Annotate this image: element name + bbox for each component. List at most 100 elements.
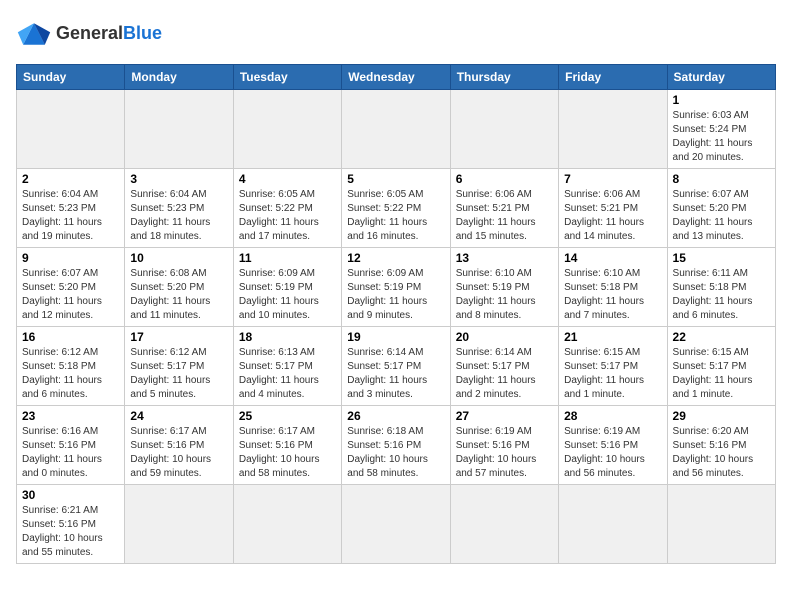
calendar-cell [125,485,233,564]
calendar-cell: 28 Sunrise: 6:19 AM Sunset: 5:16 PM Dayli… [559,406,667,485]
day-number: 2 [22,172,119,186]
calendar-week-row: 1 Sunrise: 6:03 AM Sunset: 5:24 PM Daylig… [17,90,776,169]
day-number: 16 [22,330,119,344]
calendar-cell [559,90,667,169]
calendar-header-row: SundayMondayTuesdayWednesdayThursdayFrid… [17,65,776,90]
calendar-cell: 10 Sunrise: 6:08 AM Sunset: 5:20 PM Dayli… [125,248,233,327]
logo-text: GeneralBlue [56,24,162,44]
day-number: 23 [22,409,119,423]
day-info: Sunrise: 6:13 AM Sunset: 5:17 PM Dayligh… [239,346,336,402]
calendar-cell: 22Sunrise: 6:15 AM Sunset: 5:17 PM Dayli… [667,327,775,406]
calendar-cell [450,485,558,564]
calendar-cell: 4 Sunrise: 6:05 AM Sunset: 5:22 PM Daylig… [233,169,341,248]
day-info: Sunrise: 6:05 AM Sunset: 5:22 PM Dayligh… [347,188,444,244]
day-info: Sunrise: 6:09 AM Sunset: 5:19 PM Dayligh… [347,267,444,323]
day-number: 15 [673,251,770,265]
calendar-table: SundayMondayTuesdayWednesdayThursdayFrid… [16,64,776,564]
calendar-cell: 25Sunrise: 6:17 AM Sunset: 5:16 PM Dayli… [233,406,341,485]
day-info: Sunrise: 6:14 AM Sunset: 5:17 PM Dayligh… [456,346,553,402]
day-info: Sunrise: 6:21 AM Sunset: 5:16 PM Dayligh… [22,504,119,560]
day-number: 21 [564,330,661,344]
day-info: Sunrise: 6:19 AM Sunset: 5:16 PM Dayligh… [564,425,661,481]
day-header-thursday: Thursday [450,65,558,90]
day-header-tuesday: Tuesday [233,65,341,90]
day-number: 17 [130,330,227,344]
day-header-wednesday: Wednesday [342,65,450,90]
calendar-cell: 7 Sunrise: 6:06 AM Sunset: 5:21 PM Daylig… [559,169,667,248]
day-number: 4 [239,172,336,186]
day-info: Sunrise: 6:10 AM Sunset: 5:18 PM Dayligh… [564,267,661,323]
day-number: 18 [239,330,336,344]
day-number: 10 [130,251,227,265]
calendar-week-row: 9 Sunrise: 6:07 AM Sunset: 5:20 PM Daylig… [17,248,776,327]
day-info: Sunrise: 6:11 AM Sunset: 5:18 PM Dayligh… [673,267,770,323]
calendar-week-row: 2 Sunrise: 6:04 AM Sunset: 5:23 PM Daylig… [17,169,776,248]
calendar-cell: 26 Sunrise: 6:18 AM Sunset: 5:16 PM Dayli… [342,406,450,485]
calendar-week-row: 30Sunrise: 6:21 AM Sunset: 5:16 PM Dayli… [17,485,776,564]
day-info: Sunrise: 6:10 AM Sunset: 5:19 PM Dayligh… [456,267,553,323]
calendar-cell: 20 Sunrise: 6:14 AM Sunset: 5:17 PM Dayli… [450,327,558,406]
calendar-week-row: 23 Sunrise: 6:16 AM Sunset: 5:16 PM Dayli… [17,406,776,485]
calendar-cell: 3 Sunrise: 6:04 AM Sunset: 5:23 PM Daylig… [125,169,233,248]
calendar-cell: 11Sunrise: 6:09 AM Sunset: 5:19 PM Dayli… [233,248,341,327]
day-header-saturday: Saturday [667,65,775,90]
calendar-cell: 27Sunrise: 6:19 AM Sunset: 5:16 PM Dayli… [450,406,558,485]
day-info: Sunrise: 6:09 AM Sunset: 5:19 PM Dayligh… [239,267,336,323]
day-info: Sunrise: 6:06 AM Sunset: 5:21 PM Dayligh… [564,188,661,244]
calendar-cell: 9 Sunrise: 6:07 AM Sunset: 5:20 PM Daylig… [17,248,125,327]
day-info: Sunrise: 6:07 AM Sunset: 5:20 PM Dayligh… [22,267,119,323]
day-number: 6 [456,172,553,186]
day-number: 7 [564,172,661,186]
day-number: 1 [673,93,770,107]
day-info: Sunrise: 6:04 AM Sunset: 5:23 PM Dayligh… [130,188,227,244]
day-info: Sunrise: 6:04 AM Sunset: 5:23 PM Dayligh… [22,188,119,244]
calendar-cell: 6 Sunrise: 6:06 AM Sunset: 5:21 PM Daylig… [450,169,558,248]
calendar-cell [125,90,233,169]
page-header: GeneralBlue [16,16,776,52]
calendar-cell: 18 Sunrise: 6:13 AM Sunset: 5:17 PM Dayli… [233,327,341,406]
day-number: 5 [347,172,444,186]
day-info: Sunrise: 6:05 AM Sunset: 5:22 PM Dayligh… [239,188,336,244]
day-number: 29 [673,409,770,423]
day-info: Sunrise: 6:12 AM Sunset: 5:17 PM Dayligh… [130,346,227,402]
day-number: 26 [347,409,444,423]
calendar-cell: 14 Sunrise: 6:10 AM Sunset: 5:18 PM Dayli… [559,248,667,327]
logo-icon [16,16,52,52]
day-info: Sunrise: 6:17 AM Sunset: 5:16 PM Dayligh… [130,425,227,481]
day-number: 9 [22,251,119,265]
day-number: 19 [347,330,444,344]
day-number: 14 [564,251,661,265]
day-info: Sunrise: 6:18 AM Sunset: 5:16 PM Dayligh… [347,425,444,481]
calendar-cell: 24Sunrise: 6:17 AM Sunset: 5:16 PM Dayli… [125,406,233,485]
day-number: 3 [130,172,227,186]
calendar-cell: 30Sunrise: 6:21 AM Sunset: 5:16 PM Dayli… [17,485,125,564]
calendar-cell: 19 Sunrise: 6:14 AM Sunset: 5:17 PM Dayli… [342,327,450,406]
calendar-cell: 15 Sunrise: 6:11 AM Sunset: 5:18 PM Dayli… [667,248,775,327]
day-number: 20 [456,330,553,344]
calendar-cell: 17 Sunrise: 6:12 AM Sunset: 5:17 PM Dayli… [125,327,233,406]
day-info: Sunrise: 6:03 AM Sunset: 5:24 PM Dayligh… [673,109,770,165]
day-number: 12 [347,251,444,265]
day-number: 28 [564,409,661,423]
calendar-cell: 12 Sunrise: 6:09 AM Sunset: 5:19 PM Dayli… [342,248,450,327]
calendar-cell [233,485,341,564]
calendar-cell [559,485,667,564]
day-info: Sunrise: 6:06 AM Sunset: 5:21 PM Dayligh… [456,188,553,244]
calendar-cell: 29 Sunrise: 6:20 AM Sunset: 5:16 PM Dayli… [667,406,775,485]
day-info: Sunrise: 6:14 AM Sunset: 5:17 PM Dayligh… [347,346,444,402]
day-number: 27 [456,409,553,423]
day-info: Sunrise: 6:20 AM Sunset: 5:16 PM Dayligh… [673,425,770,481]
calendar-cell [667,485,775,564]
calendar-week-row: 16Sunrise: 6:12 AM Sunset: 5:18 PM Dayli… [17,327,776,406]
day-info: Sunrise: 6:16 AM Sunset: 5:16 PM Dayligh… [22,425,119,481]
day-header-friday: Friday [559,65,667,90]
day-header-monday: Monday [125,65,233,90]
day-header-sunday: Sunday [17,65,125,90]
day-info: Sunrise: 6:15 AM Sunset: 5:17 PM Dayligh… [673,346,770,402]
day-number: 13 [456,251,553,265]
logo: GeneralBlue [16,16,162,52]
day-info: Sunrise: 6:07 AM Sunset: 5:20 PM Dayligh… [673,188,770,244]
day-info: Sunrise: 6:17 AM Sunset: 5:16 PM Dayligh… [239,425,336,481]
calendar-cell [342,485,450,564]
day-info: Sunrise: 6:08 AM Sunset: 5:20 PM Dayligh… [130,267,227,323]
